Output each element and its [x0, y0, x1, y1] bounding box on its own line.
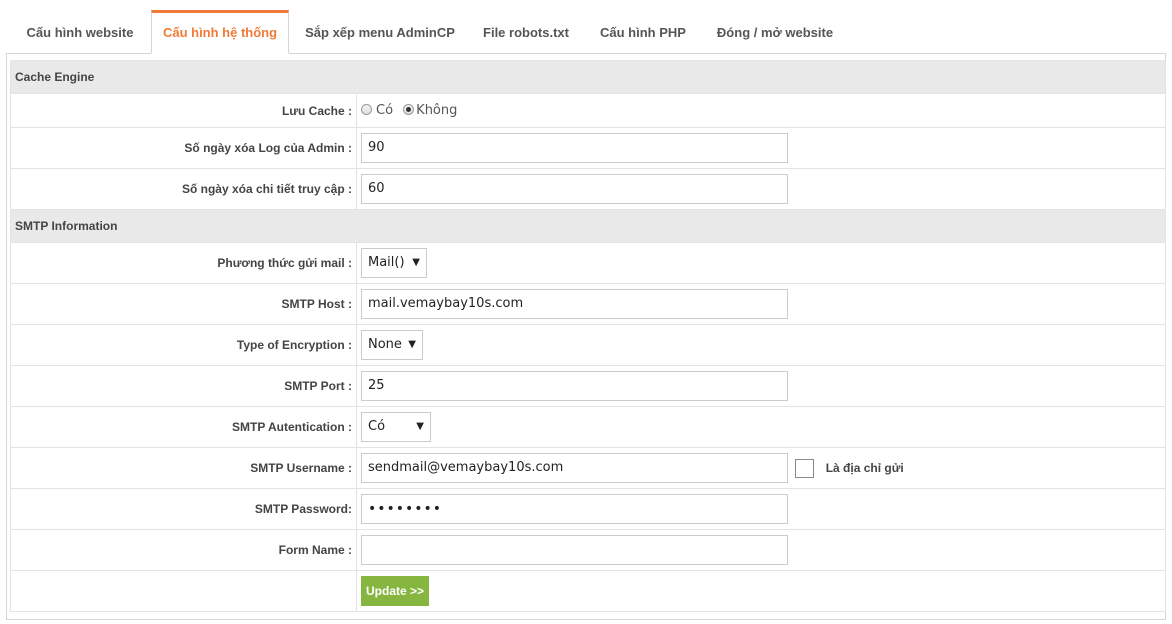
submit-row-spacer	[10, 570, 357, 612]
form-name-label: Form Name :	[10, 529, 357, 571]
form-row-smtp-host: SMTP Host : mail.vemaybay10s.com	[10, 283, 1166, 325]
tab-website-config[interactable]: Cấu hình website	[8, 12, 152, 54]
smtp-auth-select[interactable]: Có ▼	[361, 412, 431, 442]
smtp-username-label: SMTP Username :	[10, 447, 357, 489]
mail-method-select[interactable]: Mail() ▼	[361, 248, 427, 278]
settings-form: Cache Engine Lưu Cache : Có Không Số ngà…	[10, 60, 1166, 612]
form-row-form-name: Form Name :	[10, 529, 1166, 571]
tab-admincp-menu-order[interactable]: Sắp xếp menu AdminCP	[292, 12, 468, 54]
smtp-username-input[interactable]: sendmail@vemaybay10s.com	[361, 453, 788, 483]
mail-method-label: Phương thức gửi mail :	[10, 242, 357, 284]
form-row-luu-cache: Lưu Cache : Có Không	[10, 93, 1166, 128]
form-row-smtp-password: SMTP Password: ••••••••	[10, 488, 1166, 530]
smtp-section: SMTP Information	[10, 209, 1166, 243]
form-row-smtp-auth: SMTP Autentication : Có ▼	[10, 406, 1166, 448]
form-row-smtp-port: SMTP Port : 25	[10, 365, 1166, 407]
settings-panel: Cache Engine Lưu Cache : Có Không Số ngà…	[6, 54, 1166, 620]
tab-robots-txt[interactable]: File robots.txt	[470, 12, 582, 54]
chevron-down-icon: ▼	[412, 257, 420, 268]
radio-co[interactable]	[361, 104, 372, 115]
form-row-submit: Update >>	[10, 570, 1166, 612]
smtp-host-input[interactable]: mail.vemaybay10s.com	[361, 289, 788, 319]
mail-method-value: Mail()	[368, 255, 405, 270]
smtp-password-input[interactable]: ••••••••	[361, 494, 788, 524]
update-button[interactable]: Update >>	[361, 576, 430, 606]
form-row-smtp-username: SMTP Username : sendmail@vemaybay10s.com…	[10, 447, 1166, 489]
chevron-down-icon: ▼	[408, 339, 416, 350]
log-admin-label: Số ngày xóa Log của Admin :	[10, 127, 357, 169]
form-row-encryption: Type of Encryption : None ▼	[10, 324, 1166, 366]
luu-cache-radio-group: Có Không	[361, 103, 459, 118]
smtp-password-label: SMTP Password:	[10, 488, 357, 530]
smtp-port-input[interactable]: 25	[361, 371, 788, 401]
smtp-host-label: SMTP Host :	[10, 283, 357, 325]
section-title-cache: Cache Engine	[10, 60, 1166, 94]
tab-system-config[interactable]: Cấu hình hệ thống	[151, 10, 289, 54]
log-admin-days-input[interactable]: 90	[361, 133, 788, 163]
form-row-log-admin: Số ngày xóa Log của Admin : 90	[10, 127, 1166, 169]
access-detail-label: Số ngày xóa chi tiết truy cập :	[10, 168, 357, 210]
sender-address-checkbox-label: Là địa chỉ gửi	[825, 461, 904, 475]
luu-cache-label: Lưu Cache :	[10, 93, 357, 128]
encryption-value: None	[368, 337, 402, 352]
section-title-smtp: SMTP Information	[10, 209, 1166, 243]
smtp-auth-value: Có	[368, 419, 386, 434]
cache-engine-section: Cache Engine	[10, 60, 1166, 94]
access-detail-days-input[interactable]: 60	[361, 174, 788, 204]
tab-bar: Cấu hình website Cấu hình hệ thống Sắp x…	[0, 0, 1172, 54]
sender-address-checkbox[interactable]	[795, 458, 815, 478]
form-row-mail-method: Phương thức gửi mail : Mail() ▼	[10, 242, 1166, 284]
smtp-port-label: SMTP Port :	[10, 365, 357, 407]
smtp-auth-label: SMTP Autentication :	[10, 406, 357, 448]
tab-php-config[interactable]: Cấu hình PHP	[588, 12, 698, 54]
form-name-input[interactable]	[361, 535, 788, 565]
radio-khong-label: Không	[416, 103, 458, 118]
tab-open-close-website[interactable]: Đóng / mở website	[704, 12, 846, 54]
form-row-access-detail: Số ngày xóa chi tiết truy cập : 60	[10, 168, 1166, 210]
radio-khong[interactable]	[403, 104, 415, 115]
chevron-down-icon: ▼	[416, 421, 424, 432]
encryption-label: Type of Encryption :	[10, 324, 357, 366]
encryption-select[interactable]: None ▼	[361, 330, 423, 360]
settings-page: Cấu hình website Cấu hình hệ thống Sắp x…	[0, 0, 1172, 624]
radio-co-label: Có	[376, 103, 394, 118]
